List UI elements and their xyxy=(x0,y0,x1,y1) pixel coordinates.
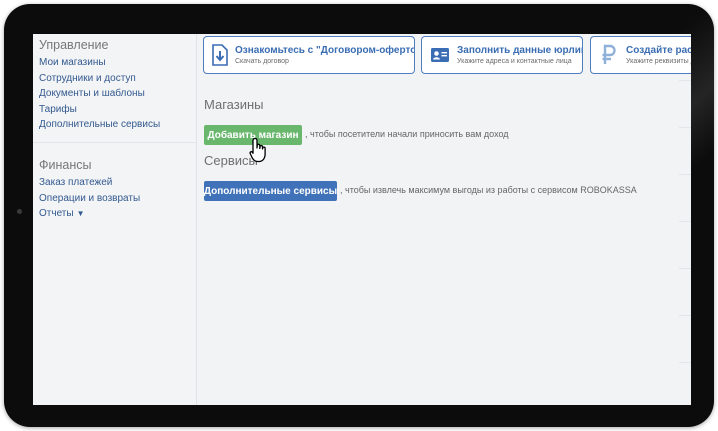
sidebar-management-group: Управление Мои магазины Сотрудники и дос… xyxy=(39,38,160,133)
sidebar-item-tariffs[interactable]: Тарифы xyxy=(39,102,160,118)
services-hint: , чтобы извлечь максимум выгоды из работ… xyxy=(340,185,637,195)
main-content: Ознакомьтесь с "Договором-офертой" Скача… xyxy=(197,34,691,405)
sidebar-item-extra-services[interactable]: Дополнительные сервисы xyxy=(39,117,160,133)
sidebar-item-operations-refunds[interactable]: Операции и возвраты xyxy=(39,191,140,207)
chevron-down-icon: ▼ xyxy=(76,209,85,218)
camera-icon xyxy=(17,209,22,214)
id-card-icon xyxy=(430,47,450,63)
right-edge-grid xyxy=(679,34,691,405)
shops-hint: , чтобы посетители начали приносить вам … xyxy=(305,129,509,139)
screen: Управление Мои магазины Сотрудники и дос… xyxy=(33,34,691,405)
sidebar: Управление Мои магазины Сотрудники и дос… xyxy=(33,34,197,405)
sidebar-divider xyxy=(33,142,196,143)
card-offer-agreement[interactable]: Ознакомьтесь с "Договором-офертой" Скача… xyxy=(203,36,415,74)
card-legal-entity[interactable]: Заполнить данные юрлица Укажите адреса и… xyxy=(421,36,583,74)
sidebar-section-management: Управление xyxy=(39,38,109,52)
sidebar-item-payment-order[interactable]: Заказ платежей xyxy=(39,175,140,191)
additional-services-button[interactable]: Дополнительные сервисы xyxy=(204,181,337,201)
sidebar-item-reports[interactable]: Отчеты ▼ xyxy=(39,206,140,222)
sidebar-item-documents[interactable]: Документы и шаблоны xyxy=(39,86,160,102)
shops-heading: Магазины xyxy=(204,97,264,112)
card-legal-title: Заполнить данные юрлица xyxy=(457,44,583,56)
sidebar-item-my-shops[interactable]: Мои магазины xyxy=(39,55,160,71)
sidebar-finance-group: Финансы Заказ платежей Операции и возвра… xyxy=(39,158,140,222)
card-offer-title: Ознакомьтесь с "Договором-офертой" xyxy=(235,44,415,56)
sidebar-item-reports-label: Отчеты xyxy=(39,208,74,219)
download-document-icon xyxy=(212,44,228,66)
hand-cursor-icon xyxy=(249,137,269,168)
card-legal-subtitle: Укажите адреса и контактные лица xyxy=(457,57,572,65)
sidebar-item-staff-access[interactable]: Сотрудники и доступ xyxy=(39,71,160,87)
sidebar-section-finance: Финансы xyxy=(39,158,92,172)
tablet-frame: Управление Мои магазины Сотрудники и дос… xyxy=(4,4,714,427)
ruble-icon xyxy=(599,44,619,66)
card-create-account[interactable]: Создайте расч Укажите реквизиты д xyxy=(590,36,691,74)
card-offer-subtitle: Скачать договор xyxy=(235,57,289,65)
